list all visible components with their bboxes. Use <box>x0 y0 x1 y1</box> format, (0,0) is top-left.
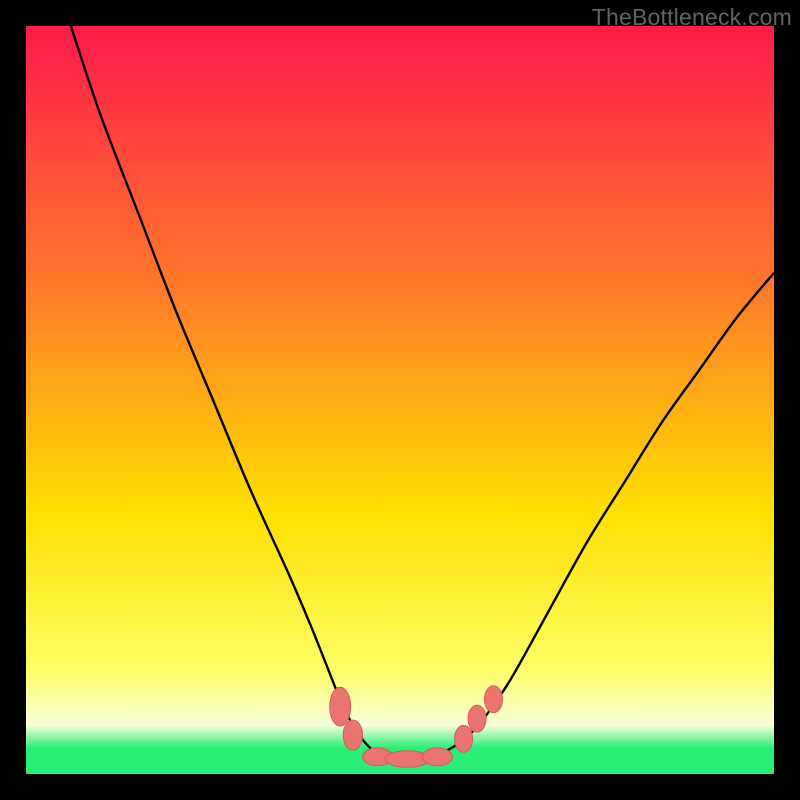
curve-marker <box>330 687 351 726</box>
bottleneck-curve <box>71 26 774 759</box>
chart-frame: TheBottleneck.com <box>0 0 800 800</box>
curve-marker <box>343 720 362 750</box>
curve-markers <box>330 686 503 768</box>
curve-marker <box>455 725 473 752</box>
curve-layer <box>26 26 774 774</box>
curve-marker <box>485 686 503 713</box>
curve-marker <box>422 748 452 766</box>
watermark-text: TheBottleneck.com <box>592 4 792 31</box>
plot-area <box>26 26 774 774</box>
curve-marker <box>468 705 486 732</box>
